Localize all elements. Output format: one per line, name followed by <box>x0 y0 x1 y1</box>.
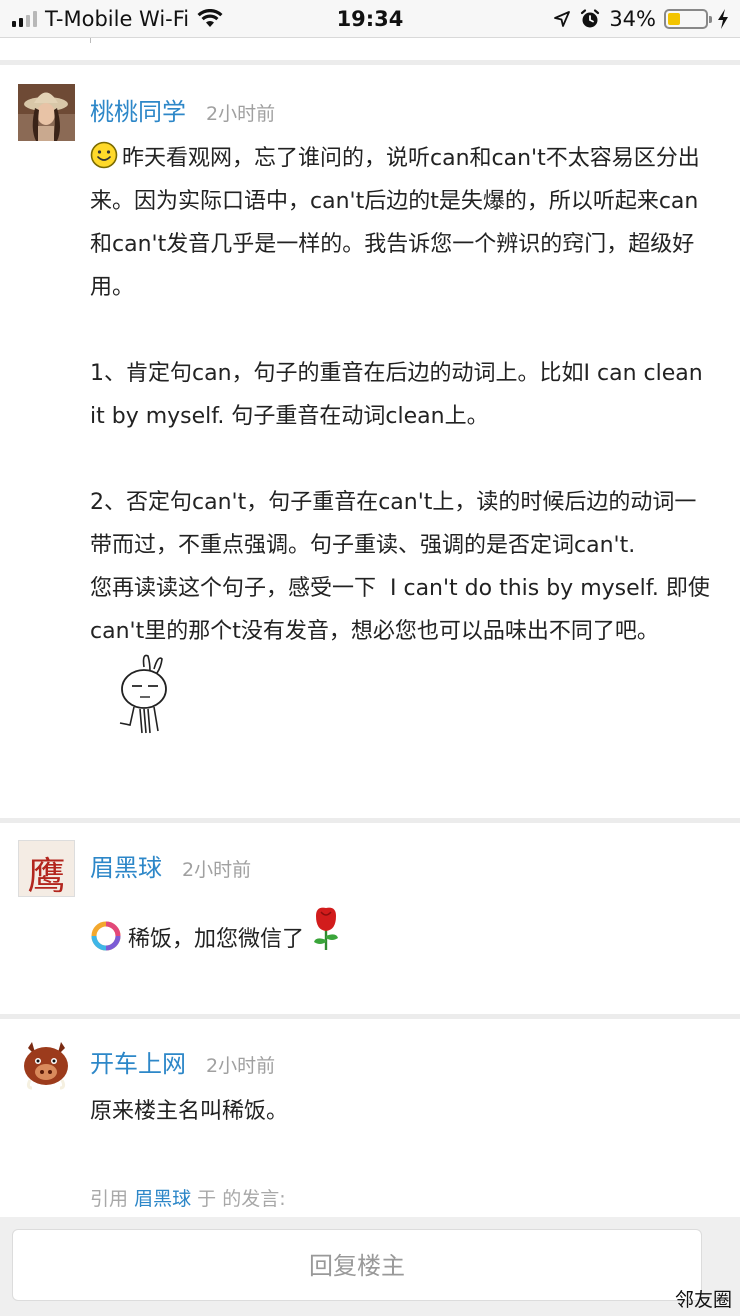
battery-percent: 34% <box>609 7 656 31</box>
avatar[interactable]: 鹰 <box>18 840 75 897</box>
author-row: 开车上网 2小时前 <box>90 1044 275 1079</box>
alarm-clock-icon <box>581 9 600 28</box>
reply-bar: 回复楼主 <box>0 1217 740 1316</box>
calligraphy-avatar-icon: 鹰 <box>27 854 66 897</box>
battery-level-fill <box>668 13 680 25</box>
post-time: 2小时前 <box>206 103 276 125</box>
bunny-sticker-icon <box>119 654 167 734</box>
woman-in-hat-avatar-icon <box>18 84 75 141</box>
charging-bolt-icon <box>718 9 728 29</box>
quote-user-link[interactable]: 眉黑球 <box>134 1188 191 1210</box>
post-time: 2小时前 <box>206 1055 276 1077</box>
app-watermark: 邻友圈 <box>674 1289 732 1311</box>
content-paragraph: 2、否定句can't，句子重音在can't上，读的时候后边的动词一带而过，不重点… <box>90 481 710 748</box>
reply-to-op-button[interactable]: 回复楼主 <box>12 1229 702 1301</box>
rose-emoji-icon <box>314 907 339 950</box>
status-bar: T-Mobile Wi-Fi 19:34 34% <box>0 0 740 38</box>
post-content: 原来楼主名叫稀饭。 <box>90 1090 710 1133</box>
author-name[interactable]: 桃桃同学 <box>90 98 186 126</box>
quote-suffix: 的发言: <box>222 1188 286 1210</box>
quote-reference: 引用 眉黑球 于 的发言: <box>90 1184 286 1211</box>
post-content: 稀饭，加您微信了 <box>90 904 710 961</box>
content-paragraph: 1、肯定句can，句子的重音在后边的动词上。比如I can clean it b… <box>90 361 710 429</box>
author-row: 眉黑球 2小时前 <box>90 848 251 883</box>
comment-text: 原来楼主名叫稀饭。 <box>90 1099 289 1124</box>
paragraph-text: 2、否定句can't，句子重音在can't上，读的时候后边的动词一带而过，不重点… <box>90 490 710 644</box>
location-arrow-icon <box>554 11 571 27</box>
post-time: 2小时前 <box>182 859 252 881</box>
comment-text: 稀饭，加您微信了 <box>128 927 305 952</box>
author-row: 桃桃同学 2小时前 <box>90 92 275 127</box>
avatar[interactable] <box>18 1036 75 1093</box>
content-paragraph: 昨天看观网，忘了谁问的，说听can和can't不太容易区分出来。因为实际口语中，… <box>90 137 710 309</box>
post-content: 昨天看观网，忘了谁问的，说听can和can't不太容易区分出来。因为实际口语中，… <box>90 137 710 748</box>
comment-divider <box>0 818 740 823</box>
author-name[interactable]: 眉黑球 <box>90 854 162 882</box>
battery-icon <box>664 9 712 29</box>
quote-middle: 于 <box>197 1188 217 1210</box>
paragraph-text: 昨天看观网，忘了谁问的，说听can和can't不太容易区分出来。因为实际口语中，… <box>90 146 700 300</box>
smiley-face-emoji-icon <box>90 141 118 169</box>
scroll-remnant-tick <box>90 38 91 43</box>
avatar[interactable] <box>18 84 75 141</box>
comment-divider <box>0 1014 740 1019</box>
status-right: 34% <box>553 0 730 38</box>
quote-prefix: 引用 <box>90 1188 129 1210</box>
section-divider <box>0 60 740 65</box>
content-paragraph: 稀饭，加您微信了 <box>90 904 710 961</box>
colorful-ring-emoji-icon <box>91 921 121 951</box>
author-name[interactable]: 开车上网 <box>90 1050 186 1078</box>
cartoon-pig-avatar-icon <box>18 1036 75 1093</box>
